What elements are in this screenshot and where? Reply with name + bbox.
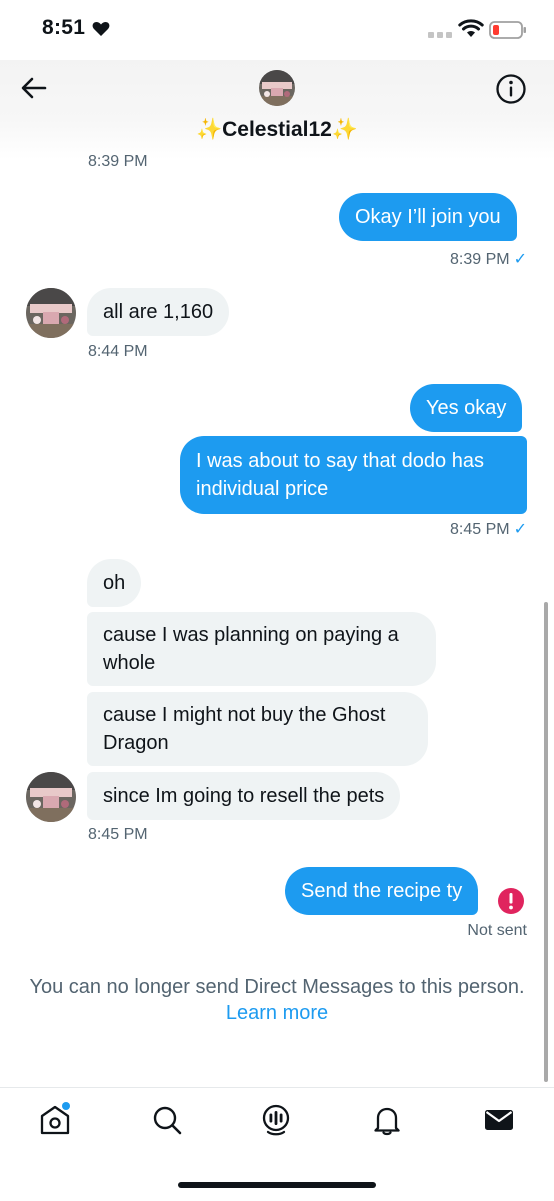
notifications-icon[interactable] <box>370 1103 404 1137</box>
message-timestamp: 8:44 PM <box>88 343 148 360</box>
contact-avatar[interactable] <box>26 772 76 822</box>
outgoing-message[interactable]: Yes okay <box>410 384 523 432</box>
message-text: Send the recipe ty <box>301 880 463 902</box>
contact-avatar[interactable] <box>259 70 295 106</box>
message-text: all are 1,160 <box>103 301 214 323</box>
search-icon[interactable] <box>150 1103 184 1137</box>
contact-display-name[interactable]: ✨Celestial12✨ <box>0 118 554 142</box>
dm-unavailable-notice: You can no longer send Direct Messages t… <box>29 976 525 998</box>
home-notification-dot <box>62 1102 70 1110</box>
incoming-message[interactable]: cause I was planning on paying a whole <box>87 612 436 686</box>
outgoing-message[interactable]: I was about to say that dodo has individ… <box>180 436 527 514</box>
message-text: oh <box>103 572 126 594</box>
spaces-icon[interactable] <box>259 1103 293 1137</box>
message-timestamp: 8:39 PM <box>88 153 148 170</box>
message-text-line: Dragon <box>103 732 169 754</box>
home-indicator[interactable] <box>178 1182 376 1188</box>
battery-icon <box>489 21 526 39</box>
sent-check-icon: ✓ <box>513 521 527 538</box>
message-timestamp: 8:39 PM ✓ <box>450 251 527 268</box>
message-text-line: individual price <box>196 478 329 500</box>
outgoing-message[interactable]: Okay I’ll join you <box>339 193 517 241</box>
incoming-message[interactable]: since Im going to resell the pets <box>87 772 401 820</box>
message-text-line: cause I might not buy the Ghost <box>103 704 386 726</box>
message-text: since Im going to resell the pets <box>103 785 385 807</box>
incoming-message[interactable]: oh <box>87 559 142 607</box>
incoming-message[interactable]: all are 1,160 <box>87 288 230 336</box>
wifi-icon <box>458 19 484 37</box>
cellular-signal-icon <box>428 32 452 38</box>
message-text-line: whole <box>103 652 156 674</box>
message-text-line: I was about to say that dodo has <box>196 450 484 472</box>
message-not-sent-status: Not sent <box>467 922 527 939</box>
back-arrow-icon[interactable] <box>20 74 48 102</box>
error-alert-icon[interactable] <box>497 887 525 915</box>
message-timestamp: 8:45 PM <box>88 826 148 843</box>
learn-more-link[interactable]: Learn more <box>0 1002 554 1025</box>
scrollbar[interactable] <box>544 602 548 1082</box>
status-time: 8:51 <box>42 16 86 39</box>
sent-check-icon: ✓ <box>513 251 527 268</box>
outgoing-message-failed[interactable]: Send the recipe ty <box>285 867 479 915</box>
contact-avatar[interactable] <box>26 288 76 338</box>
messages-icon[interactable] <box>482 1103 516 1137</box>
message-text: Okay I’ll join you <box>355 206 501 228</box>
incoming-message[interactable]: cause I might not buy the Ghost Dragon <box>87 692 428 766</box>
info-icon[interactable] <box>495 73 527 105</box>
message-text-line: cause I was planning on paying a <box>103 624 399 646</box>
message-text: Yes okay <box>426 397 507 419</box>
heart-icon <box>92 21 110 36</box>
message-timestamp: 8:45 PM ✓ <box>450 521 527 538</box>
